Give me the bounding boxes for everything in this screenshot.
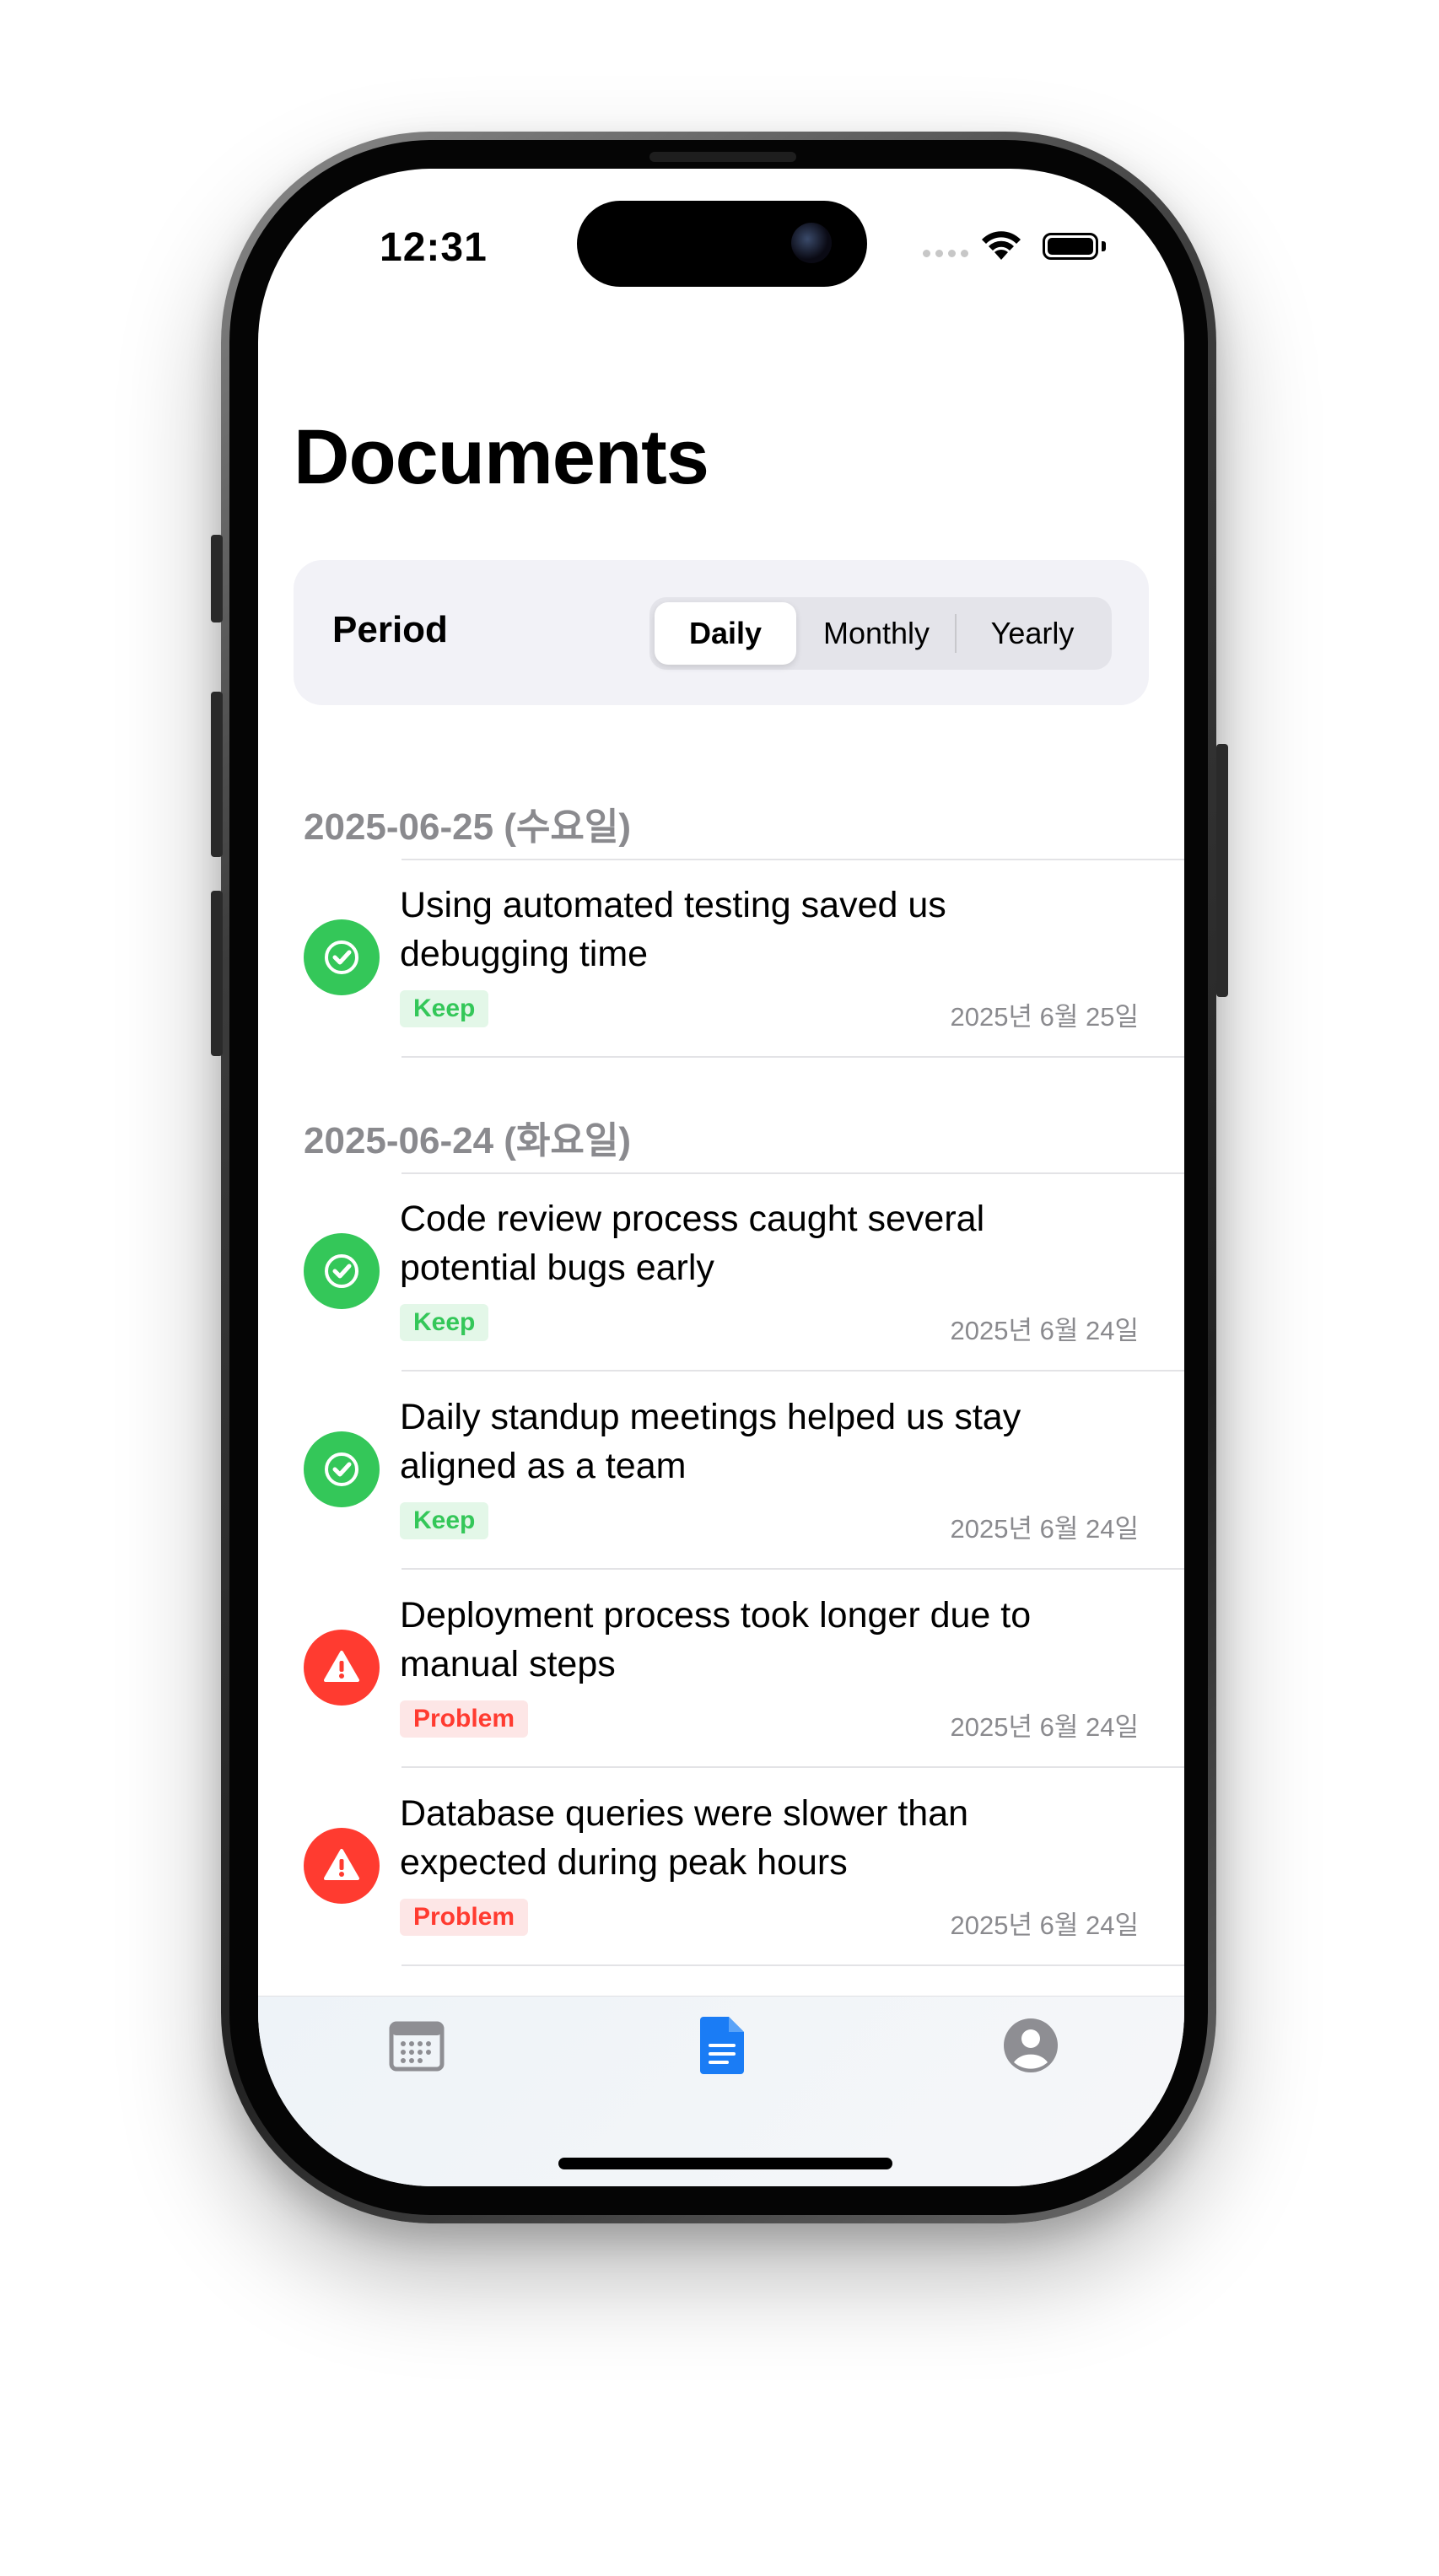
problem-tag: Problem bbox=[400, 1899, 529, 1936]
item-title: Deployment process took longer due to ma… bbox=[400, 1591, 1091, 1689]
calendar-icon[interactable] bbox=[383, 2012, 450, 2079]
divider bbox=[402, 859, 1184, 860]
checkmark-circle-icon bbox=[304, 919, 380, 995]
item-date: 2025년 6월 24일 bbox=[950, 1514, 1139, 1544]
status-time: 12:31 bbox=[380, 225, 488, 270]
page-title: Documents bbox=[294, 414, 709, 500]
period-segmented-control: Daily Monthly Yearly bbox=[649, 597, 1112, 670]
cellular-signal-icon bbox=[923, 250, 968, 257]
item-title-line: expected during peak hours bbox=[400, 1842, 848, 1883]
divider bbox=[402, 1056, 1184, 1058]
keep-tag: Keep bbox=[400, 1502, 489, 1539]
checkmark-circle-icon bbox=[304, 1233, 380, 1309]
divider bbox=[402, 1172, 1184, 1174]
item-title-line: Daily standup meetings helped us stay bbox=[400, 1397, 1021, 1437]
item-title-line: Code review process caught several bbox=[400, 1199, 985, 1239]
item-title: Using automated testing saved us debuggi… bbox=[400, 881, 1091, 978]
item-title: Database queries were slower than expect… bbox=[400, 1789, 1091, 1887]
wifi-icon bbox=[982, 231, 1021, 260]
problem-tag: Problem bbox=[400, 1700, 529, 1738]
section-date-header: 2025-06-24 (화요일) bbox=[304, 1120, 632, 1161]
item-date: 2025년 6월 24일 bbox=[950, 1712, 1139, 1742]
battery-tip bbox=[1102, 241, 1106, 251]
warning-triangle-icon bbox=[304, 1630, 380, 1706]
home-indicator bbox=[558, 2158, 892, 2169]
item-date: 2025년 6월 24일 bbox=[950, 1910, 1139, 1940]
item-title: Daily standup meetings helped us stay al… bbox=[400, 1393, 1091, 1490]
divider bbox=[402, 1766, 1184, 1768]
volume-up-button bbox=[211, 692, 223, 857]
item-title-line: aligned as a team bbox=[400, 1446, 687, 1486]
side-button bbox=[211, 535, 223, 622]
item-title-line: potential bugs early bbox=[400, 1248, 714, 1288]
document-icon[interactable] bbox=[690, 2012, 757, 2079]
divider bbox=[402, 1568, 1184, 1570]
dynamic-island bbox=[577, 201, 867, 287]
item-title-line: Database queries were slower than bbox=[400, 1793, 969, 1834]
checkmark-circle-icon bbox=[304, 1431, 380, 1507]
segment-divider bbox=[955, 614, 957, 653]
item-title-line: Deployment process took longer due to bbox=[400, 1595, 1032, 1636]
camera-icon bbox=[791, 223, 832, 263]
power-button bbox=[1216, 744, 1228, 997]
segment-monthly[interactable]: Monthly bbox=[800, 602, 953, 665]
segment-yearly[interactable]: Yearly bbox=[958, 602, 1107, 665]
item-title-line: manual steps bbox=[400, 1644, 616, 1684]
segment-daily[interactable]: Daily bbox=[655, 602, 796, 665]
item-date: 2025년 6월 25일 bbox=[950, 1002, 1139, 1032]
item-title-line: Using automated testing saved us bbox=[400, 885, 946, 925]
period-filter-card: Period Daily Monthly Yearly bbox=[294, 560, 1149, 705]
item-date: 2025년 6월 24일 bbox=[950, 1316, 1139, 1345]
person-circle-icon[interactable] bbox=[997, 2012, 1064, 2079]
keep-tag: Keep bbox=[400, 1304, 489, 1341]
period-label: Period bbox=[332, 609, 448, 650]
section-date-header: 2025-06-25 (수요일) bbox=[304, 806, 632, 848]
keep-tag: Keep bbox=[400, 990, 489, 1027]
item-title-line: debugging time bbox=[400, 934, 649, 974]
divider bbox=[402, 1964, 1184, 1966]
item-title: Code review process caught several poten… bbox=[400, 1194, 1091, 1292]
speaker-grille bbox=[649, 152, 796, 162]
volume-down-button bbox=[211, 891, 223, 1056]
warning-triangle-icon bbox=[304, 1828, 380, 1904]
screen: 12:31 Documents Period Daily Monthly Yea… bbox=[258, 169, 1184, 2186]
divider bbox=[402, 1370, 1184, 1372]
battery-icon bbox=[1043, 233, 1098, 260]
